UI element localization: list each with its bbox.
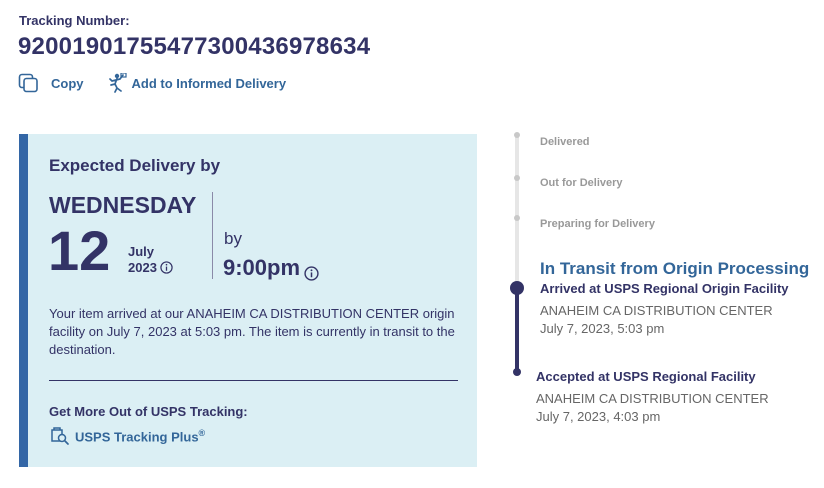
timeline-dot — [514, 132, 520, 138]
timeline-event-datetime: July 7, 2023, 4:03 pm — [536, 409, 661, 424]
timeline-dot — [514, 175, 520, 181]
timeline-step-delivered: Delivered — [540, 136, 590, 148]
timeline-dot — [514, 215, 520, 221]
timeline-dot — [513, 368, 521, 376]
timeline-progress-line — [515, 286, 519, 372]
delivery-month: July — [128, 244, 155, 259]
timeline-current-dot — [510, 281, 524, 295]
delivery-day: 12 — [48, 219, 111, 282]
usps-tracking-plus-label: USPS Tracking Plus® — [75, 427, 206, 445]
card-divider — [49, 380, 458, 381]
tracking-number: 92001901755477300436978634 — [18, 33, 371, 60]
add-to-informed-delivery-label: Add to Informed Delivery — [131, 75, 287, 91]
info-icon[interactable] — [304, 261, 319, 281]
tracking-actions: Copy Add to Informed Delivery — [18, 73, 286, 93]
info-icon[interactable] — [160, 261, 173, 274]
add-to-informed-delivery-link[interactable]: Add to Informed Delivery — [106, 73, 287, 93]
timeline-event-datetime: July 7, 2023, 5:03 pm — [540, 321, 665, 336]
usps-tracking-plus-link[interactable]: USPS Tracking Plus® — [49, 426, 205, 446]
timeline-step-out-for-delivery: Out for Delivery — [540, 177, 623, 189]
expected-delivery-card: Expected Delivery by WEDNESDAY 12 July 2… — [19, 134, 477, 467]
copy-button[interactable]: Copy — [18, 73, 84, 93]
copy-icon — [18, 73, 40, 93]
tracking-plus-icon — [49, 426, 71, 446]
delivery-year-row: 2023 — [128, 260, 173, 275]
date-time-divider — [212, 192, 213, 279]
delivery-time: 9:00pm — [223, 255, 301, 280]
informed-delivery-icon — [106, 73, 128, 93]
registered-mark: ® — [198, 427, 206, 438]
timeline-event-location: ANAHEIM CA DISTRIBUTION CENTER — [536, 391, 769, 406]
timeline-current-status: In Transit from Origin Processing — [540, 259, 810, 278]
delivery-time-row: 9:00pm — [223, 255, 319, 281]
timeline-pending-line — [515, 134, 519, 286]
expected-delivery-heading: Expected Delivery by — [49, 156, 221, 175]
delivery-weekday: WEDNESDAY — [49, 192, 197, 218]
more-tracking-heading: Get More Out of USPS Tracking: — [49, 404, 248, 419]
copy-label: Copy — [51, 75, 84, 91]
timeline-event-title: Accepted at USPS Regional Facility — [536, 369, 756, 384]
tracking-label: Tracking Number: — [19, 13, 130, 28]
delivery-year: 2023 — [128, 260, 157, 275]
timeline-event-title: Arrived at USPS Regional Origin Facility — [540, 281, 789, 296]
delivery-description: Your item arrived at our ANAHEIM CA DIST… — [49, 306, 455, 357]
timeline-step-preparing: Preparing for Delivery — [540, 218, 655, 230]
tracking-timeline: Delivered Out for Delivery Preparing for… — [500, 130, 824, 430]
delivery-by-label: by — [224, 229, 242, 248]
timeline-event-location: ANAHEIM CA DISTRIBUTION CENTER — [540, 303, 773, 318]
